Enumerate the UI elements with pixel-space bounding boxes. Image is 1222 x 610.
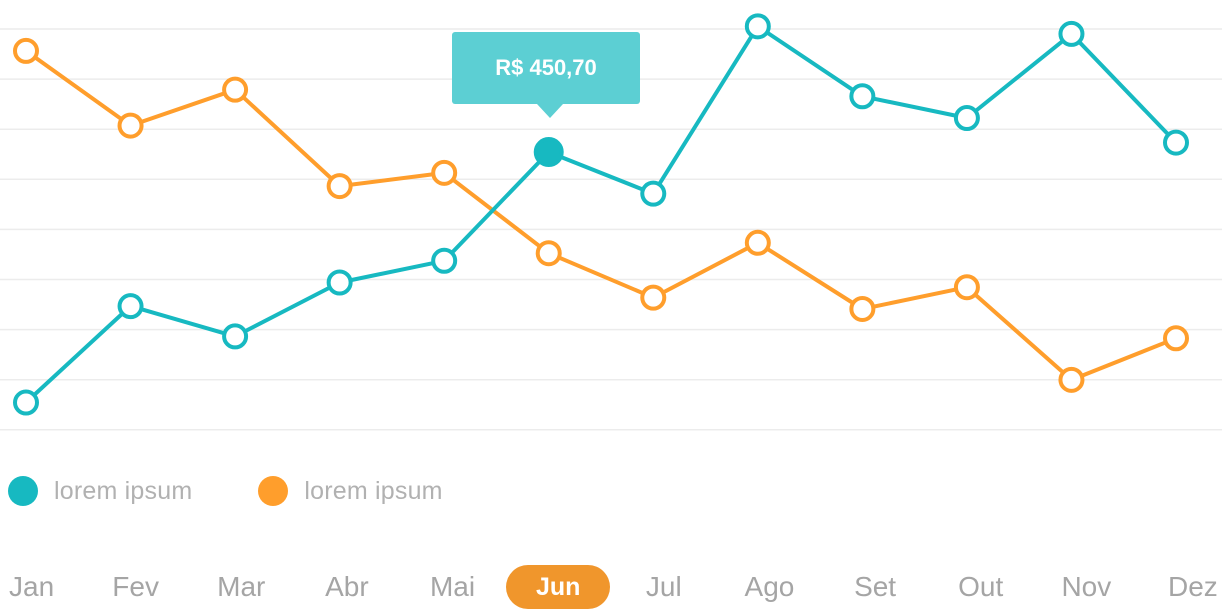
series-2-point-mai[interactable] <box>431 159 458 186</box>
series-2-point-jun[interactable] <box>535 240 562 267</box>
legend-marker-series-1 <box>8 476 38 506</box>
series-2-point-nov[interactable] <box>1058 366 1085 393</box>
series-1-point-ago[interactable] <box>744 13 771 40</box>
value-tooltip: R$ 450,70 <box>452 32 640 118</box>
series-2-point-mar[interactable] <box>222 76 249 103</box>
chart-legend: lorem ipsum lorem ipsum <box>8 474 509 508</box>
legend-label-series-1: lorem ipsum <box>54 476 193 505</box>
series-2-point-jan[interactable] <box>13 37 39 64</box>
legend-label-series-2: lorem ipsum <box>304 476 443 505</box>
month-label-nov[interactable]: Nov <box>1061 565 1111 609</box>
series-2-point-fev[interactable] <box>117 112 144 139</box>
series-1-point-jan[interactable] <box>13 389 39 416</box>
tooltip-value: R$ 450,70 <box>495 55 597 80</box>
legend-item-series-1[interactable]: lorem ipsum <box>8 476 192 506</box>
series-1-point-nov[interactable] <box>1058 20 1085 47</box>
month-axis: Jan Fev Mar Abr Mai Jun Jul Ago Set Out Nov Dez <box>0 562 1222 610</box>
month-label-fev[interactable]: Fev <box>112 565 159 609</box>
month-label-mar[interactable]: Mar <box>217 565 265 609</box>
month-label-abr[interactable]: Abr <box>325 565 369 609</box>
month-label-ago[interactable]: Ago <box>745 565 795 609</box>
month-label-dez[interactable]: Dez <box>1168 565 1218 609</box>
series-2-point-dez[interactable] <box>1163 325 1189 352</box>
series-1-point-set[interactable] <box>849 83 876 110</box>
series-1-point-dez[interactable] <box>1163 129 1189 156</box>
series-1-point-mai[interactable] <box>431 247 458 274</box>
series-2-point-ago[interactable] <box>744 229 771 256</box>
month-label-mai[interactable]: Mai <box>430 565 475 609</box>
series-1-point-jun[interactable] <box>533 137 564 168</box>
legend-marker-series-2 <box>258 476 289 506</box>
series-2-point-abr[interactable] <box>326 173 353 200</box>
series-1-point-jul[interactable] <box>640 180 667 207</box>
series-1-point-fev[interactable] <box>117 293 144 320</box>
series-2-point-jul[interactable] <box>640 284 667 311</box>
month-label-jul[interactable]: Jul <box>646 565 682 609</box>
month-label-out[interactable]: Out <box>958 565 1003 609</box>
legend-item-series-2[interactable]: lorem ipsum <box>258 476 443 506</box>
series-1-point-mar[interactable] <box>222 323 249 350</box>
month-label-set[interactable]: Set <box>854 565 896 609</box>
tooltip-arrow <box>537 104 563 118</box>
series-1-point-out[interactable] <box>953 105 980 132</box>
series-1-point-abr[interactable] <box>326 269 353 296</box>
series-2-point-set[interactable] <box>849 295 876 322</box>
series-2-point-out[interactable] <box>953 274 980 301</box>
month-label-jun[interactable]: Jun <box>506 565 611 609</box>
month-label-jan[interactable]: Jan <box>9 565 54 609</box>
